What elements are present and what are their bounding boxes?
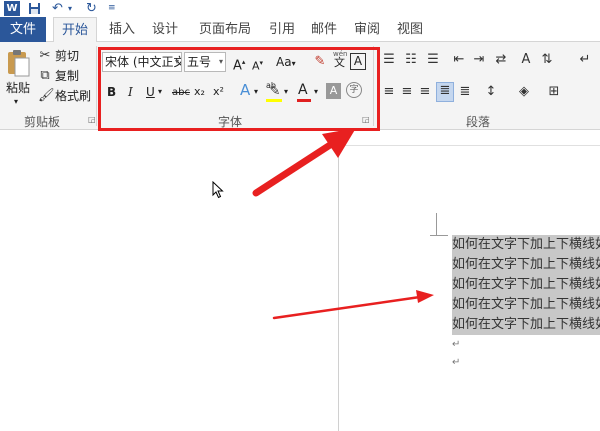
annotation-arrows [252, 128, 434, 320]
arrow-to-font-group [252, 128, 356, 197]
arrow-to-selected-text [272, 290, 434, 320]
